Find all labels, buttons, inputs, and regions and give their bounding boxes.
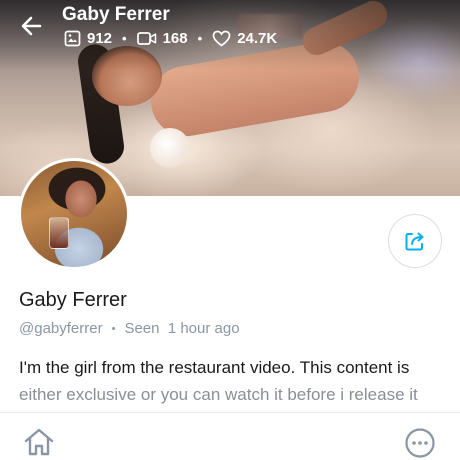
meta-separator: •: [111, 322, 116, 335]
last-seen-status: Seen 1 hour ago: [124, 320, 240, 337]
header-stats: 912 • 168 • 24.7K: [64, 30, 277, 47]
top-bar: Gaby Ferrer 912 • 168 • 24.7K: [0, 0, 460, 60]
header-title: Gaby Ferrer: [62, 4, 170, 25]
share-icon: [405, 232, 424, 251]
profile-bio: I'm the girl from the restaurant video. …: [19, 354, 449, 408]
home-icon: [24, 428, 54, 456]
profile-display-name: Gaby Ferrer: [19, 289, 127, 311]
avatar[interactable]: [18, 158, 130, 270]
bio-line-1: I'm the girl from the restaurant video. …: [19, 358, 410, 377]
stat-separator: •: [122, 31, 127, 46]
stat-photos: 912: [64, 30, 112, 47]
share-button[interactable]: [388, 214, 442, 268]
image-icon: [64, 30, 81, 47]
profile-username: @gabyferrer: [19, 320, 103, 337]
arrow-left-icon: [21, 16, 42, 36]
profile-meta: @gabyferrer • Seen 1 hour ago: [19, 320, 240, 337]
stat-videos: 168: [136, 30, 188, 47]
stat-photos-count: 912: [87, 30, 113, 47]
cover-light-orb: [150, 128, 190, 168]
heart-icon: [212, 30, 231, 47]
stat-videos-count: 168: [162, 30, 188, 47]
avatar-drink-cup: [49, 217, 69, 249]
back-button[interactable]: [18, 12, 46, 40]
video-icon: [136, 32, 156, 45]
bio-line-2: either exclusive or you can watch it bef…: [19, 385, 418, 404]
more-button[interactable]: [404, 427, 438, 460]
avatar-image: [21, 161, 127, 267]
home-button[interactable]: [22, 427, 58, 459]
bottom-nav: [0, 413, 460, 460]
stat-separator: •: [197, 31, 203, 46]
stat-likes: 24.7K: [212, 30, 277, 47]
stat-likes-count: 24.7K: [237, 30, 278, 47]
more-icon: [405, 428, 435, 458]
